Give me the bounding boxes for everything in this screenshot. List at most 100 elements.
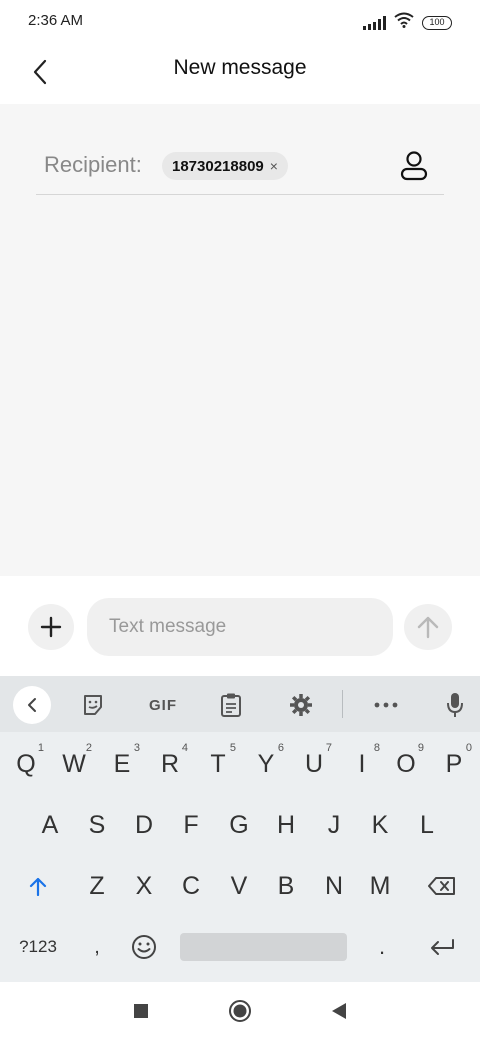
key-q[interactable]: Q1: [4, 738, 48, 790]
key-m[interactable]: M: [358, 860, 402, 912]
keyboard-collapse-button[interactable]: [13, 686, 51, 724]
key-hint: 2: [85, 742, 92, 754]
key-j[interactable]: J: [312, 799, 356, 851]
gif-button[interactable]: GIF: [141, 686, 185, 724]
key-hint: 3: [133, 742, 140, 754]
key-label: T: [210, 749, 226, 778]
recipient-row[interactable]: Recipient: 18730218809 ×: [36, 138, 444, 195]
key-hint: 1: [37, 742, 44, 754]
recents-button[interactable]: [124, 996, 158, 1026]
key-r[interactable]: R4: [148, 738, 192, 790]
status-time: 2:36 AM: [28, 12, 84, 29]
key-u[interactable]: U7: [292, 738, 336, 790]
key-o[interactable]: O9: [384, 738, 428, 790]
key-hint: 7: [325, 742, 332, 754]
battery-icon: 100: [422, 15, 452, 30]
soft-keyboard: G I F Q 1 W 2 E 3 R 4 T 5 Y 6 U 7 I 8 O 9 …: [0, 676, 480, 982]
key-e[interactable]: E3: [100, 738, 144, 790]
key-label: W: [62, 749, 86, 778]
key-w[interactable]: W2: [52, 738, 96, 790]
home-button[interactable]: [223, 996, 257, 1026]
key-k[interactable]: K: [358, 799, 402, 851]
sticker-icon: [84, 695, 102, 715]
key-p[interactable]: P0: [432, 738, 476, 790]
key-a[interactable]: A: [28, 799, 72, 851]
gif-label: GIF: [149, 696, 177, 714]
status-bar: 2:36 AM 100: [0, 0, 480, 42]
triangle-back-icon: [332, 1003, 346, 1019]
clipboard-button[interactable]: [212, 686, 250, 724]
message-input[interactable]: [87, 598, 393, 656]
more-options-button[interactable]: [367, 686, 405, 724]
key-label: Y: [257, 749, 275, 778]
key-label: E: [113, 749, 131, 778]
key-label: U: [304, 749, 324, 778]
symbols-key[interactable]: ?123: [10, 921, 66, 973]
chevron-left-icon: [28, 698, 36, 712]
key-hint: 5: [229, 742, 236, 754]
recipient-label: Recipient:: [44, 152, 142, 177]
key-hint: 6: [277, 742, 284, 754]
plus-icon: [40, 616, 62, 638]
key-h[interactable]: H: [264, 799, 308, 851]
contacts-button[interactable]: [396, 148, 432, 184]
send-button[interactable]: [404, 604, 452, 650]
space-key[interactable]: [180, 933, 347, 961]
add-attachment-button[interactable]: [28, 604, 74, 650]
key-g[interactable]: G: [217, 799, 261, 851]
app-header: New message: [0, 42, 480, 104]
key-f[interactable]: F: [169, 799, 213, 851]
emoji-key[interactable]: [122, 921, 166, 973]
remove-recipient-icon[interactable]: ×: [270, 158, 278, 174]
key-hint: 0: [465, 742, 472, 754]
enter-key[interactable]: [418, 921, 466, 973]
gear-icon: [290, 694, 312, 716]
shift-arrow-icon: [29, 877, 47, 896]
emoji-icon: [132, 935, 156, 959]
more-dots-icon: [374, 702, 398, 708]
key-d[interactable]: D: [122, 799, 166, 851]
microphone-icon: [447, 693, 463, 717]
key-l[interactable]: L: [405, 799, 449, 851]
sticker-button[interactable]: [74, 686, 112, 724]
status-icons: 100: [363, 12, 452, 33]
key-c[interactable]: C: [169, 860, 213, 912]
page-title: New message: [173, 56, 307, 79]
backspace-key[interactable]: [418, 860, 466, 912]
period-key[interactable]: .: [360, 921, 404, 973]
recipient-chip-text: 18730218809: [172, 157, 264, 175]
key-label: P: [445, 749, 463, 778]
key-label: O: [396, 749, 416, 778]
key-t[interactable]: T5: [196, 738, 240, 790]
key-y[interactable]: Y6: [244, 738, 288, 790]
key-s[interactable]: S: [75, 799, 119, 851]
back-nav-button[interactable]: [322, 996, 356, 1026]
recipient-chip[interactable]: 18730218809 ×: [162, 152, 288, 180]
key-i[interactable]: I8: [340, 738, 384, 790]
key-label: I: [358, 749, 366, 778]
voice-input-button[interactable]: [436, 686, 474, 724]
key-hint: 4: [181, 742, 188, 754]
system-nav-bar: [0, 982, 480, 1040]
square-icon: [134, 1004, 148, 1018]
key-v[interactable]: V: [217, 860, 261, 912]
key-hint: 8: [373, 742, 380, 754]
message-area: Recipient: 18730218809 ×: [0, 104, 480, 576]
clipboard-icon: [221, 693, 241, 717]
signal-icon: [363, 15, 386, 30]
key-n[interactable]: N: [312, 860, 356, 912]
key-x[interactable]: X: [122, 860, 166, 912]
key-z[interactable]: Z: [75, 860, 119, 912]
shift-key[interactable]: [16, 860, 60, 912]
composer-bar: [0, 576, 480, 676]
key-label: R: [160, 749, 180, 778]
person-icon: [400, 151, 428, 181]
enter-icon: [431, 939, 454, 955]
keyboard-settings-button[interactable]: [282, 686, 320, 724]
comma-key[interactable]: ,: [75, 921, 119, 973]
wifi-icon: [394, 12, 414, 33]
keyboard-toolbar: GIF: [0, 676, 480, 732]
key-hint: 9: [417, 742, 424, 754]
home-circle-icon: [229, 1000, 251, 1022]
key-b[interactable]: B: [264, 860, 308, 912]
